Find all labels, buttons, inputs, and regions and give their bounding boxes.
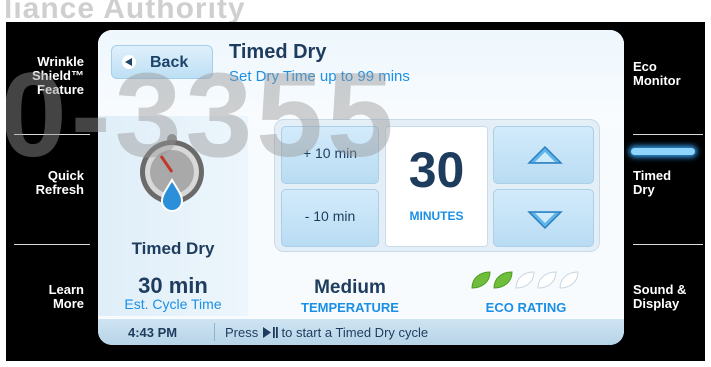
nav-divider <box>633 244 703 245</box>
eco-leaf-filled-icon <box>471 271 491 289</box>
selected-indicator <box>631 148 695 155</box>
cycle-name: Timed Dry <box>131 239 215 258</box>
eco-leaf-empty-icon <box>537 271 557 289</box>
plus-10-min-button[interactable]: + 10 min <box>281 126 379 184</box>
main-panel: Back Timed Dry Set Dry Time up to 99 min… <box>98 30 624 345</box>
nav-timed-dry[interactable]: Timed Dry <box>633 169 711 197</box>
arrow-down-icon <box>527 211 563 230</box>
watermark-top: liance Authority <box>0 0 711 22</box>
status-message: Press to start a Timed Dry cycle <box>225 325 429 340</box>
eco-rating-caption: ECO RATING <box>485 300 567 315</box>
eco-leaf-empty-icon <box>515 271 535 289</box>
decrease-button[interactable] <box>493 189 594 247</box>
page-title: Timed Dry <box>229 41 327 63</box>
nav-quick-refresh[interactable]: Quick Refresh <box>0 169 86 197</box>
timer-display: 30 MINUTES <box>385 126 488 247</box>
eco-leaf-empty-icon <box>559 271 579 289</box>
eco-rating-leaves <box>471 271 579 289</box>
status-bar: 4:43 PM Press to start a Timed Dry cycle <box>98 319 624 345</box>
page-subtitle: Set Dry Time up to 99 mins <box>229 68 410 85</box>
cycle-time-caption: Est. Cycle Time <box>124 296 222 312</box>
arrow-up-icon <box>527 145 563 164</box>
nav-learn-more[interactable]: Learn More <box>0 283 86 311</box>
minus-10-min-button[interactable]: - 10 min <box>281 189 379 247</box>
status-clock: 4:43 PM <box>128 325 178 340</box>
nav-divider <box>14 134 90 135</box>
nav-divider <box>633 134 703 135</box>
eco-leaf-filled-icon <box>493 271 513 289</box>
timer-unit: MINUTES <box>409 209 464 223</box>
nav-divider <box>14 244 90 245</box>
increase-button[interactable] <box>493 126 594 184</box>
nav-sound-display[interactable]: Sound & Display <box>633 283 711 311</box>
nav-eco-monitor[interactable]: Eco Monitor <box>633 60 711 88</box>
nav-wrinkle-shield[interactable]: Wrinkle Shield™ Feature <box>0 55 86 97</box>
timed-dry-icon <box>140 134 204 212</box>
back-arrow-icon <box>122 55 136 69</box>
timer-control: + 10 min - 10 min 30 MINUTES <box>274 119 600 252</box>
back-button[interactable]: Back <box>111 45 213 79</box>
temperature-value: Medium <box>314 277 386 298</box>
status-divider <box>214 323 215 341</box>
temperature-caption: TEMPERATURE <box>301 300 399 315</box>
timer-value: 30 <box>408 142 465 198</box>
play-pause-icon <box>262 327 278 338</box>
